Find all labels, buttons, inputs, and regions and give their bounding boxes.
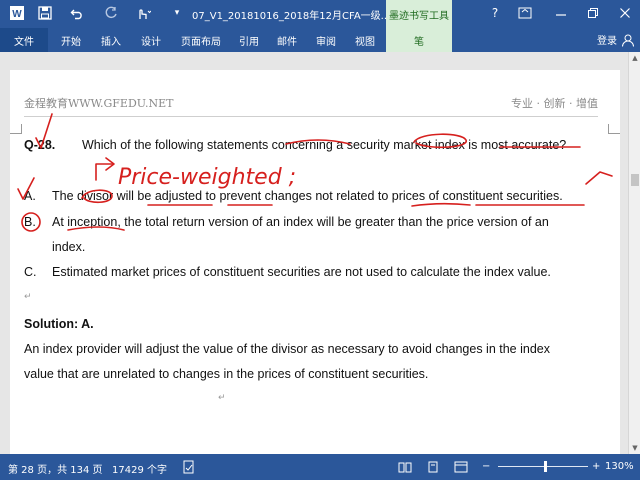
document-title: 07_V1_20181016_2018年12月CFA一级... [192,11,391,22]
page-header-right: 专业 · 创新 · 增值 [511,97,598,110]
vertical-scrollbar[interactable]: ▲ ▼ [628,52,640,454]
option-c-text: Estimated market prices of constituent s… [52,265,551,279]
title-bar: W ▾ 07_V1_20181016_2018年12月CFA一级... 墨迹书写… [0,0,640,28]
scroll-up-icon[interactable]: ▲ [629,52,640,64]
word-count[interactable]: 17429 个字 [112,461,167,476]
zoom-in-button[interactable]: + [592,461,600,472]
sign-in-link[interactable]: 登录 [597,32,617,47]
header-divider [24,116,598,117]
ink-tools-context-label: 墨迹书写工具 [386,0,452,28]
question-stem: Which of the following statements concer… [82,138,567,152]
tab-references[interactable]: 引用 [232,28,266,52]
solution-line-2: value that are unrelated to changes in t… [24,367,429,381]
option-a-text: The divisor will be adjusted to prevent … [52,189,563,203]
crop-mark-right [608,124,620,134]
proofing-icon[interactable] [180,458,198,476]
touch-mode-icon[interactable] [134,4,152,22]
option-b-letter: B. [24,215,36,229]
svg-text:W: W [12,9,22,20]
word-app-icon[interactable]: W [8,4,26,22]
zoom-slider[interactable] [498,466,588,467]
tab-mailings[interactable]: 邮件 [270,28,304,52]
web-layout-icon[interactable] [452,458,470,476]
scroll-down-icon[interactable]: ▼ [629,442,640,454]
print-layout-icon[interactable] [424,458,442,476]
redo-icon[interactable] [102,4,120,22]
read-mode-icon[interactable] [396,458,414,476]
crop-mark-left [10,124,22,134]
status-bar: 第 28 页，共 134 页 17429 个字 − + 130% [0,454,640,480]
tab-file[interactable]: 文件 [0,28,48,52]
restore-icon[interactable] [580,2,606,24]
save-icon[interactable] [36,4,54,22]
zoom-out-button[interactable]: − [482,461,490,472]
document-page[interactable]: 金程教育WWW.GFEDU.NET 专业 · 创新 · 增值 Q-28. Whi… [10,70,620,454]
page-header-left: 金程教育WWW.GFEDU.NET [24,97,174,110]
document-canvas[interactable]: 金程教育WWW.GFEDU.NET 专业 · 创新 · 增值 Q-28. Whi… [0,52,628,454]
paragraph-mark-end: ↵ [218,393,226,403]
tab-view[interactable]: 视图 [346,28,384,52]
tab-design[interactable]: 设计 [134,28,168,52]
tab-insert[interactable]: 插入 [94,28,128,52]
tab-page-layout[interactable]: 页面布局 [174,28,228,52]
paragraph-mark: ↵ [24,292,32,302]
scroll-thumb[interactable] [631,174,639,186]
option-b-text-cont: index. [52,240,86,254]
user-avatar-icon[interactable] [620,32,636,48]
word-window: W ▾ 07_V1_20181016_2018年12月CFA一级... 墨迹书写… [0,0,640,480]
tab-pen[interactable]: 笔 [386,28,452,52]
option-c-letter: C. [24,265,37,279]
tab-review[interactable]: 审阅 [308,28,344,52]
option-a-letter: A. [24,189,36,203]
solution-heading: Solution: A. [24,317,94,331]
option-b-text: At inception, the total return version o… [52,215,549,229]
ribbon-tabs: 文件 开始 插入 设计 页面布局 引用 邮件 审阅 视图 笔 登录 [0,28,640,52]
minimize-icon[interactable] [548,2,574,24]
zoom-slider-thumb[interactable] [544,461,547,472]
help-button[interactable]: ? [482,2,508,24]
tab-home[interactable]: 开始 [54,28,88,52]
close-icon[interactable] [612,2,638,24]
page-count[interactable]: 第 28 页，共 134 页 [8,461,103,476]
question-number: Q-28. [24,138,56,152]
customize-qat-icon[interactable]: ▾ [168,4,186,22]
solution-line-1: An index provider will adjust the value … [24,342,550,356]
zoom-level[interactable]: 130% [605,461,634,472]
undo-icon[interactable] [68,4,86,22]
ribbon-display-options-icon[interactable] [512,2,538,24]
